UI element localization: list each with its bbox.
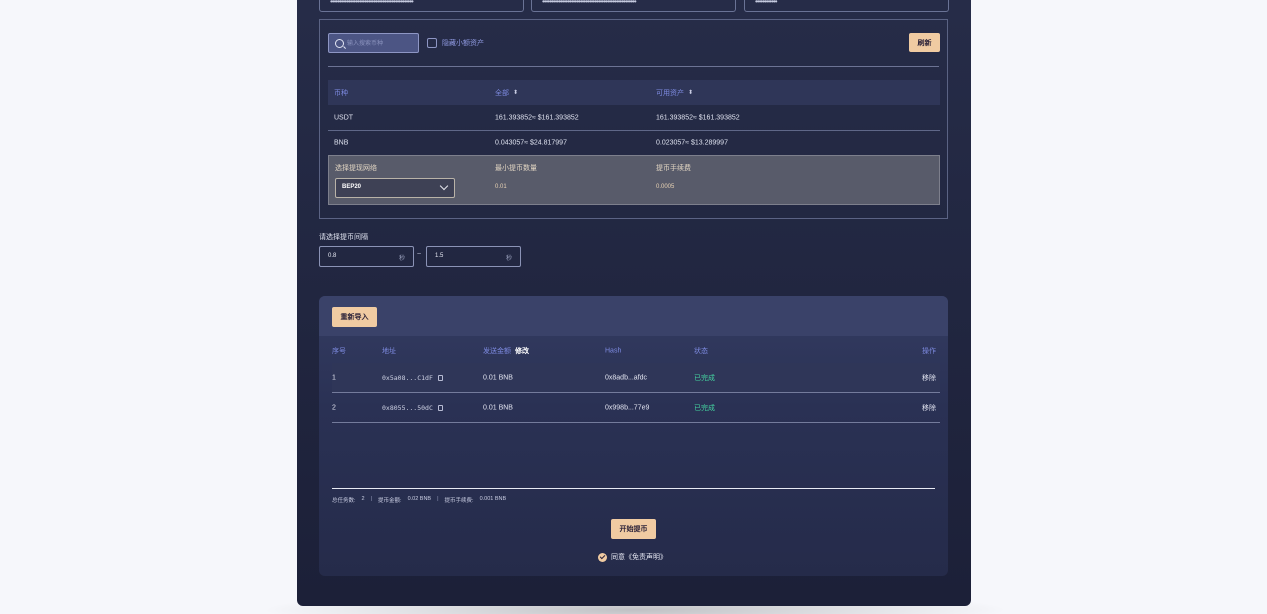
refresh-button[interactable]: 刷新	[909, 33, 940, 52]
unit-label: 秒	[505, 256, 512, 262]
header-index: 序号	[332, 348, 346, 355]
total-tasks-value: 2	[361, 496, 365, 502]
withdraw-fee-value: 0.001 BNB	[479, 496, 507, 502]
header-coin: 币种	[334, 89, 348, 97]
asset-row-usdt[interactable]: USDT 161.393852≈ $161.393852 161.393852≈…	[328, 105, 940, 130]
row-hash[interactable]: 0x998b...77e9	[605, 404, 649, 411]
available-value: 0.023057≈ $13.289997	[656, 139, 728, 147]
coin-name: USDT	[334, 114, 354, 121]
header-amount: 发送金额 修改	[483, 346, 529, 356]
modify-amount-link[interactable]: 修改	[515, 348, 529, 355]
row-address: 0x5a08...C1dF	[382, 374, 443, 382]
header-hash: Hash	[605, 347, 622, 355]
total-value: 161.393852≈ $161.393852	[495, 114, 579, 121]
table-row: 1 0x5a08...C1dF 0.01 BNB 0x8adb...afdc 已…	[332, 363, 940, 393]
network-selected-value: BEP20	[342, 184, 362, 190]
remove-button[interactable]: 移除	[922, 403, 936, 413]
status-badge: 已完成	[694, 404, 715, 412]
row-address: 0x8055...50dC	[382, 404, 443, 412]
agree-text: 同意《免责声明》	[611, 554, 667, 561]
fee-value: 0.0005	[656, 184, 675, 190]
interval-max-input[interactable]: 1.5 秒	[426, 246, 521, 267]
min-amount-label: 最小提币数量	[495, 165, 537, 172]
min-amount-value: 0.01	[495, 184, 507, 190]
hide-small-checkbox[interactable]	[427, 38, 437, 48]
masked-value: ••••••••••••••••••••••••••••••••••••••••…	[330, 0, 414, 6]
chevron-down-icon	[439, 181, 449, 191]
task-summary: 总任务数: 2 | 提币金额: 0.02 BNB | 提币手续费: 0.001 …	[332, 496, 506, 504]
agree-disclaimer[interactable]: 同意《免责声明》	[598, 552, 667, 562]
header-available[interactable]: 可用资产 ⬍	[656, 88, 693, 98]
header-total[interactable]: 全部 ⬍	[495, 88, 518, 98]
sort-icon[interactable]: ⬍	[513, 90, 518, 96]
header-available-label: 可用资产	[656, 89, 684, 97]
task-section: 重新导入 序号 地址 发送金额 修改 Hash 状态 操作 1 0x5a08...…	[319, 296, 948, 576]
search-input[interactable]	[347, 38, 417, 49]
start-withdraw-button[interactable]: 开始提币	[611, 519, 656, 539]
header-action: 操作	[922, 348, 936, 355]
sort-icon[interactable]: ⬍	[688, 90, 693, 96]
withdraw-fee-label: 提币手续费:	[444, 498, 474, 504]
header-address: 地址	[382, 348, 396, 355]
interval-max-value: 1.5	[435, 253, 444, 259]
copy-icon[interactable]	[437, 404, 443, 411]
address-text: 0x5a08...C1dF	[382, 373, 433, 382]
check-circle-icon[interactable]	[598, 552, 607, 562]
row-hash[interactable]: 0x8adb...afdc	[605, 374, 647, 381]
hide-small-label: 隐藏小额资产	[442, 40, 484, 47]
asset-table-header: 币种 全部 ⬍ 可用资产 ⬍	[328, 80, 940, 105]
assets-section: 隐藏小额资产 刷新 币种 全部 ⬍ 可用资产 ⬍ USDT 161.393852≈ …	[319, 19, 948, 219]
bnb-withdraw-details: 选择提现网络 最小提币数量 提币手续费 BEP20 0.01 0.0005	[328, 155, 940, 205]
coin-name: BNB	[334, 139, 349, 147]
asset-row-bnb[interactable]: BNB 0.043057≈ $24.817997 0.023057≈ $13.2…	[328, 130, 940, 155]
search-box[interactable]	[328, 33, 419, 53]
table-row: 2 0x8055...50dC 0.01 BNB 0x998b...77e9 已…	[332, 393, 940, 423]
interval-min-input[interactable]: 0.8 秒	[319, 246, 414, 267]
row-amount: 0.01 BNB	[483, 374, 513, 381]
header-status: 状态	[694, 348, 708, 355]
copy-icon[interactable]	[437, 374, 443, 381]
task-table-header: 序号 地址 发送金额 修改 Hash 状态 操作	[332, 342, 940, 360]
top-input-3[interactable]: ••••••••••••	[744, 0, 949, 12]
top-input-1[interactable]: ••••••••••••••••••••••••••••••••••••••••…	[319, 0, 524, 12]
divider	[328, 66, 939, 67]
address-text: 0x8055...50dC	[382, 403, 433, 412]
range-separator: ~	[417, 251, 422, 258]
top-input-2[interactable]: ••••••••••••••••••••••••••••••••••••••••…	[531, 0, 736, 12]
total-tasks-label: 总任务数:	[332, 498, 356, 504]
search-icon	[335, 39, 344, 48]
hide-small-assets-toggle[interactable]: 隐藏小额资产	[427, 38, 484, 48]
available-value: 161.393852≈ $161.393852	[656, 114, 740, 121]
unit-label: 秒	[398, 256, 405, 262]
status-badge: 已完成	[694, 374, 715, 382]
withdraw-amount-value: 0.02 BNB	[407, 496, 432, 502]
interval-min-value: 0.8	[328, 253, 337, 259]
withdraw-panel: ••••••••••••••••••••••••••••••••••••••••…	[297, 0, 971, 606]
asset-table: 币种 全部 ⬍ 可用资产 ⬍ USDT 161.393852≈ $161.39385…	[328, 80, 940, 205]
masked-value: ••••••••••••••••••••••••••••••••••••••••…	[542, 0, 637, 6]
top-inputs-row: ••••••••••••••••••••••••••••••••••••••••…	[319, 0, 949, 12]
interval-label: 请选择提币间隔	[319, 234, 368, 241]
reimport-button[interactable]: 重新导入	[332, 307, 377, 327]
row-index: 2	[332, 404, 336, 411]
network-label: 选择提现网络	[335, 165, 377, 172]
network-select[interactable]: BEP20	[335, 178, 455, 198]
masked-value: ••••••••••••	[755, 0, 778, 6]
remove-button[interactable]: 移除	[922, 373, 936, 383]
row-index: 1	[332, 374, 336, 381]
row-amount: 0.01 BNB	[483, 404, 513, 411]
task-toolbar	[319, 296, 948, 336]
header-total-label: 全部	[495, 89, 509, 97]
scrollbar-track[interactable]	[332, 488, 935, 489]
header-amount-label: 发送金额	[483, 348, 511, 355]
summary-separator: |	[437, 496, 439, 502]
withdraw-amount-label: 提币金额:	[378, 498, 402, 504]
fee-label: 提币手续费	[656, 165, 691, 172]
summary-separator: |	[370, 496, 373, 502]
total-value: 0.043057≈ $24.817997	[495, 139, 567, 147]
